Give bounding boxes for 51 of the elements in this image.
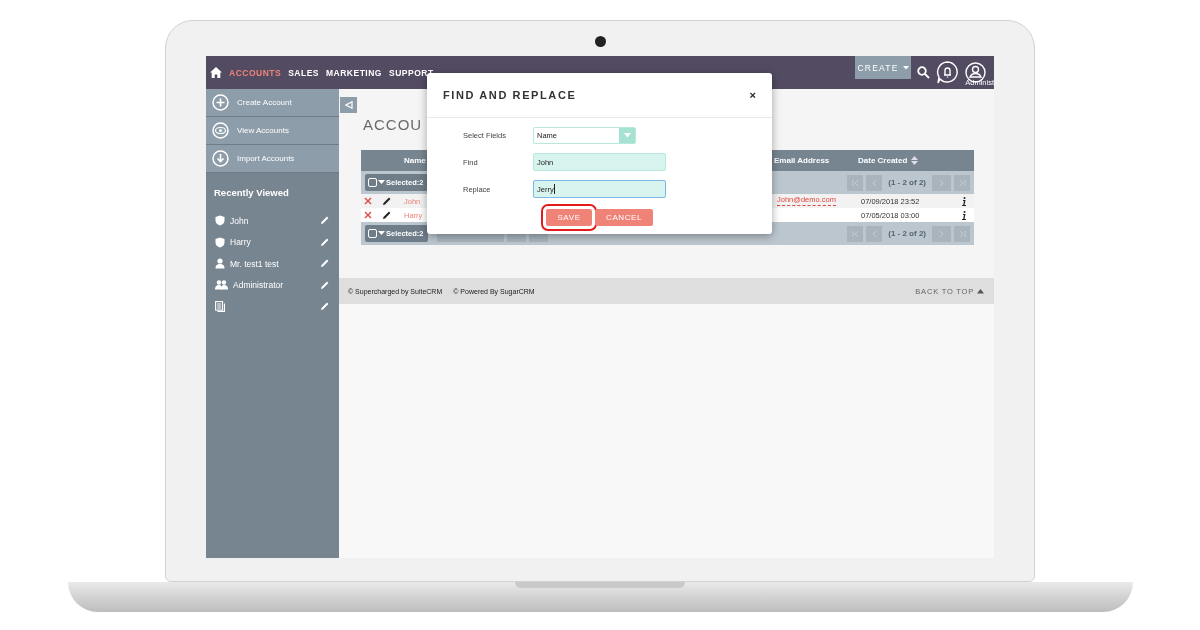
page-title: ACCOU (363, 116, 423, 133)
sort-icon[interactable] (911, 156, 919, 165)
nav-tab[interactable]: MARKETING (326, 67, 382, 78)
info-icon[interactable] (962, 210, 966, 220)
chevron-icon (938, 229, 945, 238)
recent-item-link[interactable]: Administrator (233, 280, 284, 291)
sidebar-action[interactable]: Create Account (206, 89, 339, 117)
close-button[interactable]: × (749, 89, 756, 101)
up-arrow-icon (977, 288, 984, 294)
nav-tab[interactable]: SALES (288, 67, 319, 78)
document-icon (215, 301, 225, 313)
page-count: (1 - 2 of 2) (888, 229, 926, 238)
chevron-icon (851, 178, 859, 187)
chevron-icon (870, 178, 878, 187)
bell-icon[interactable] (936, 61, 959, 84)
search-icon[interactable] (917, 66, 930, 79)
caret-icon (378, 180, 385, 185)
caret-icon (378, 231, 385, 236)
dialog-title: FIND AND REPLACE (443, 89, 578, 101)
create-button[interactable]: CREATE (855, 56, 911, 79)
sidebar-action[interactable]: View Accounts (206, 117, 339, 145)
download-icon (212, 150, 229, 167)
chevron-icon (938, 178, 945, 187)
delete-icon[interactable] (364, 211, 372, 219)
triangle-icon (344, 101, 353, 109)
info-icon[interactable] (962, 196, 966, 206)
recent-item-link[interactable]: Harry (230, 237, 251, 248)
column-header[interactable]: Date Created (858, 156, 974, 165)
chevron-icon (958, 178, 966, 187)
dialog-button[interactable]: CANCEL (595, 209, 654, 226)
section-heading: Recently Viewed (213, 186, 290, 200)
chevron-icon (870, 229, 878, 238)
recent-item-link[interactable]: Mr. test1 test (230, 258, 279, 269)
nav-tab[interactable]: ACCOUNTS (229, 67, 282, 78)
camera-icon (595, 36, 606, 47)
home-icon[interactable] (210, 67, 222, 78)
delete-icon[interactable] (364, 197, 372, 205)
eye-icon (212, 122, 229, 139)
chevron-icon (851, 229, 859, 238)
shield-icon (215, 215, 225, 227)
shield-icon (215, 236, 225, 248)
column-header[interactable]: Email Address (774, 156, 858, 165)
sidebar-action[interactable]: Import Accounts (206, 145, 339, 173)
people-icon (215, 280, 228, 291)
plus-circle-icon (212, 94, 229, 111)
caret-icon (902, 65, 909, 70)
person-icon (215, 258, 225, 270)
chevron-icon (958, 229, 966, 238)
recent-item-link[interactable]: John (230, 215, 249, 226)
collapse-sidebar-button[interactable] (340, 97, 357, 113)
page-count: (1 - 2 of 2) (888, 178, 926, 187)
